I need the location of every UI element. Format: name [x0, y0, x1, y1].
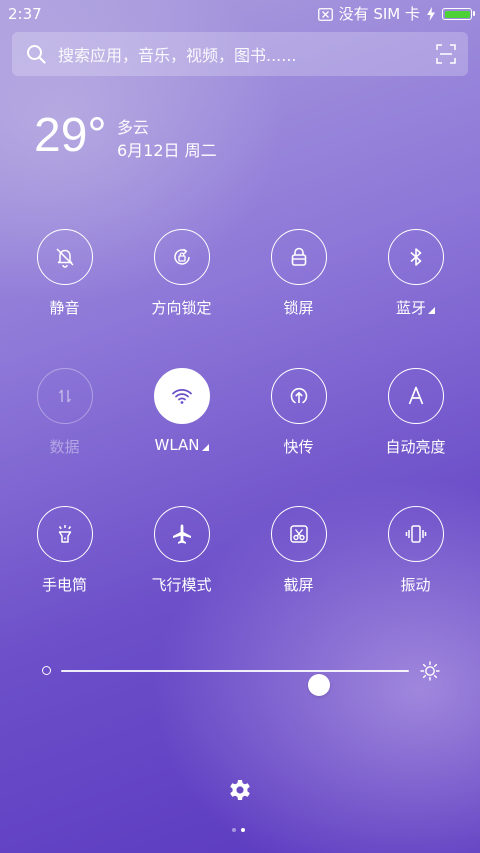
toggle-wlan-button[interactable] [153, 368, 210, 424]
search-bar[interactable]: 搜索应用，音乐，视频，图书...... [12, 32, 468, 76]
lock-icon [291, 247, 306, 266]
toggle-quick-transfer[interactable]: 快传 [240, 368, 357, 457]
toggle-wlan-text: WLAN [154, 436, 200, 454]
toggle-silent[interactable]: 静音 [6, 229, 123, 318]
page-dot [241, 828, 245, 832]
toggle-screenshot[interactable]: 截屏 [240, 506, 357, 595]
toggle-airplane-mode-label: 飞行模式 [151, 576, 212, 594]
toggle-bluetooth[interactable]: 蓝牙 [357, 229, 474, 318]
rotation-lock-icon [173, 248, 190, 265]
toggle-vibrate[interactable]: 振动 [357, 506, 474, 595]
toggle-flashlight[interactable]: 手电筒 [6, 506, 123, 595]
auto-brightness-icon [408, 386, 423, 405]
brightness-track[interactable] [61, 670, 409, 696]
charging-bolt-icon [427, 7, 435, 21]
toggle-lock-screen-label: 锁屏 [283, 299, 314, 317]
vibrate-icon [405, 525, 426, 543]
search-input[interactable]: 搜索应用，音乐，视频，图书...... [58, 42, 436, 66]
transfer-icon [290, 387, 307, 404]
toggle-rotation-lock-button[interactable] [153, 229, 210, 285]
toggle-mobile-data-label: 数据 [49, 438, 80, 456]
bluetooth-icon [409, 248, 421, 266]
battery-level [444, 10, 470, 18]
bell-mute-icon [55, 248, 74, 268]
no-sim-icon [317, 7, 333, 21]
scan-icon[interactable] [436, 44, 456, 64]
weather-date: 6月12日 周二 [117, 141, 217, 160]
toggle-bluetooth-text: 蓝牙 [395, 299, 426, 317]
toggle-lock-screen[interactable]: 锁屏 [240, 229, 357, 318]
toggle-mobile-data-button[interactable] [36, 368, 93, 424]
status-bar: 2:37 没有 SIM 卡 [0, 0, 480, 28]
toggle-flashlight-label: 手电筒 [41, 576, 87, 594]
sim-status-text: 没有 SIM 卡 [338, 5, 420, 23]
toggle-vibrate-label: 振动 [400, 576, 431, 594]
brightness-thumb[interactable] [307, 674, 330, 696]
weather-temperature[interactable]: 29° [34, 108, 107, 164]
toggle-airplane-mode-button[interactable] [153, 506, 210, 562]
toggle-quick-transfer-label: 快传 [283, 438, 314, 456]
flashlight-icon [58, 525, 71, 543]
toggle-auto-brightness[interactable]: 自动亮度 [357, 368, 474, 457]
mobile-data-icon [58, 389, 71, 403]
toggle-rotation-lock[interactable]: 方向锁定 [123, 229, 240, 318]
brightness-low-icon [42, 666, 51, 675]
toggle-quick-transfer-button[interactable] [270, 368, 327, 424]
battery-icon [442, 8, 475, 20]
screenshot-icon [289, 525, 308, 543]
more-options-indicator [201, 444, 209, 451]
status-time: 2:37 [8, 5, 42, 23]
weather-condition: 多云 [117, 118, 150, 137]
toggle-mobile-data[interactable]: 数据 [6, 368, 123, 457]
toggle-bluetooth-button[interactable] [387, 229, 444, 285]
toggle-silent-button[interactable] [36, 229, 93, 285]
wifi-icon [171, 389, 192, 404]
toggle-screenshot-button[interactable] [270, 506, 327, 562]
search-icon [27, 45, 46, 64]
toggle-screenshot-label: 截屏 [283, 576, 314, 594]
toggle-wlan[interactable]: WLAN [123, 368, 240, 454]
toggle-vibrate-button[interactable] [387, 506, 444, 562]
toggle-airplane-mode[interactable]: 飞行模式 [123, 506, 240, 595]
toggle-bluetooth-label: 蓝牙 [396, 297, 435, 318]
toggle-auto-brightness-button[interactable] [387, 368, 444, 424]
toggle-rotation-lock-label: 方向锁定 [151, 299, 212, 317]
settings-gear-icon[interactable] [227, 777, 253, 803]
page-dot [232, 828, 236, 832]
status-indicators: 没有 SIM 卡 [317, 0, 475, 28]
toggle-flashlight-button[interactable] [36, 506, 93, 562]
toggle-auto-brightness-label: 自动亮度 [385, 438, 446, 456]
airplane-icon [172, 524, 191, 544]
page-indicator [232, 828, 245, 832]
brightness-slider[interactable] [40, 656, 440, 696]
toggle-wlan-label: WLAN [154, 436, 209, 454]
brightness-high-icon [420, 661, 440, 681]
more-options-indicator [428, 307, 435, 314]
toggle-lock-screen-button[interactable] [270, 229, 327, 285]
toggle-silent-label: 静音 [49, 299, 80, 317]
